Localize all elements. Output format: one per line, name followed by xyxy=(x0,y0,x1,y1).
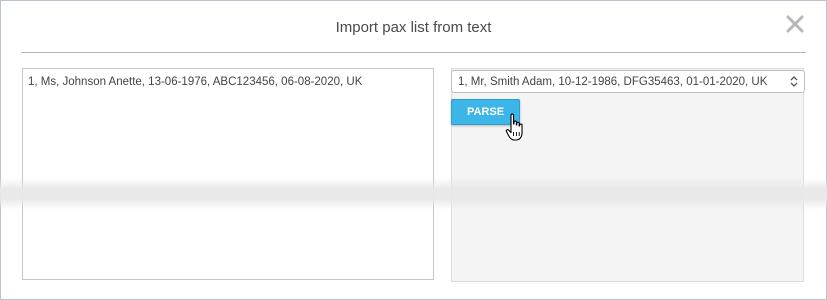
up-down-arrows-icon xyxy=(789,74,799,89)
import-dialog: Import pax list from text 1, Ms, Johnson… xyxy=(0,0,827,300)
pax-text-input[interactable]: 1, Ms, Johnson Anette, 13-06-1976, ABC12… xyxy=(22,68,434,280)
parsed-pax-select[interactable]: 1, Mr, Smith Adam, 10-12-1986, DFG35463,… xyxy=(451,70,805,93)
blur-band xyxy=(0,178,827,210)
hand-pointer-icon xyxy=(505,113,525,143)
dialog-title: Import pax list from text xyxy=(335,19,492,36)
title-divider xyxy=(21,52,806,53)
close-icon[interactable] xyxy=(784,13,806,35)
parsed-pax-select-value: 1, Mr, Smith Adam, 10-12-1986, DFG35463,… xyxy=(458,76,768,88)
